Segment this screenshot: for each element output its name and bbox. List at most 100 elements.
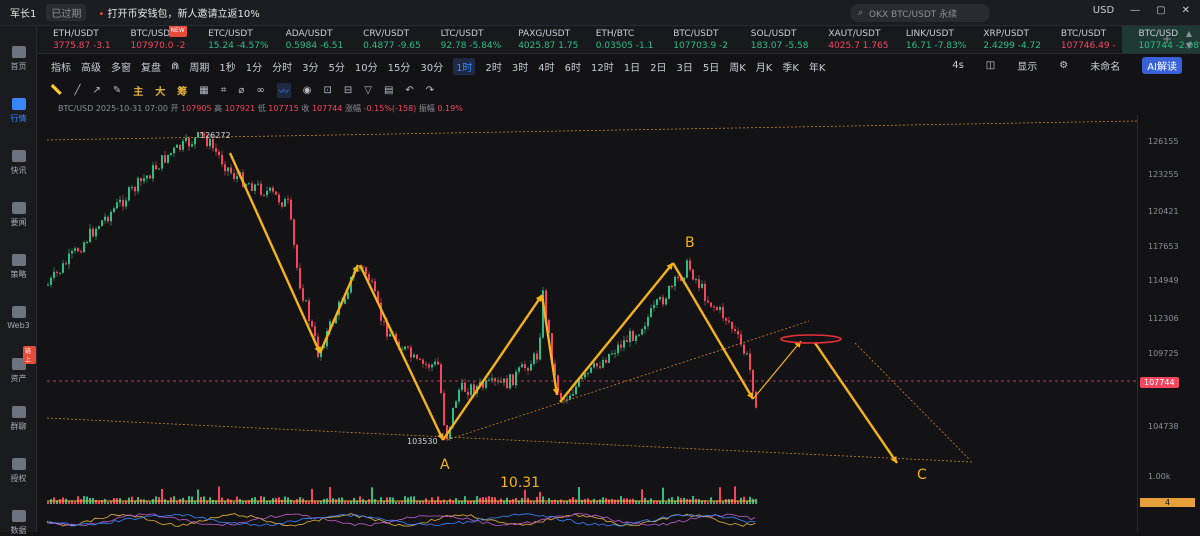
- ticker-item[interactable]: XRP/USDT 2.4299 -4.72: [967, 26, 1045, 53]
- candle-body: [119, 199, 121, 203]
- period-14[interactable]: 12时: [591, 59, 614, 74]
- sidebar-item-8[interactable]: 授权: [0, 458, 37, 484]
- period-1[interactable]: 1秒: [219, 59, 235, 74]
- brush-icon[interactable]: ✎: [113, 85, 121, 96]
- period-7[interactable]: 15分: [388, 59, 411, 74]
- chart-style-icon[interactable]: ⋒: [171, 61, 179, 72]
- undo-icon[interactable]: ↶: [405, 85, 413, 96]
- ticker-scroll-icon[interactable]: ▲ ▼: [1186, 28, 1192, 52]
- ticker-item[interactable]: ETH/USDT 3775.87 -3.1: [37, 26, 115, 53]
- ticker-item[interactable]: PAXG/USDT 4025.87 1.75: [502, 26, 580, 53]
- period-10[interactable]: 2时: [485, 59, 501, 74]
- sidebar-item-7[interactable]: 群聊: [0, 406, 37, 432]
- arrow-tool-icon[interactable]: ↗: [92, 85, 100, 96]
- period-15[interactable]: 1日: [624, 59, 640, 74]
- toolbar-right-1[interactable]: 显示: [1017, 58, 1037, 73]
- ticker-item[interactable]: LINK/USDT 16.71 -7.83%: [890, 26, 968, 53]
- candle-body: [602, 360, 604, 368]
- ticker-item[interactable]: BTC/USD 107970.0 -2 NEW: [115, 26, 193, 53]
- period-17[interactable]: 3日: [676, 59, 692, 74]
- sidebar-item-5[interactable]: Web3: [0, 306, 37, 330]
- wave-tool-icon[interactable]: 〰: [276, 82, 291, 98]
- sidebar-item-icon: [11, 406, 26, 418]
- line-tool-icon[interactable]: ╱: [74, 85, 80, 96]
- price-axis[interactable]: 107744 1.00k 4 126155 123255 120421 117653 1…: [1137, 115, 1200, 532]
- sidebar-item-9[interactable]: 数据: [0, 510, 37, 536]
- candle-body: [290, 199, 292, 220]
- period-11[interactable]: 3时: [512, 59, 528, 74]
- main-indicator-button[interactable]: 主: [133, 83, 143, 98]
- period-3[interactable]: 分时: [272, 59, 292, 74]
- period-20[interactable]: 月K: [756, 59, 773, 74]
- calendar-icon[interactable]: ▦: [199, 85, 208, 96]
- ticker-item[interactable]: LTC/USDT 92.78 -5.84%: [425, 26, 503, 53]
- period-19[interactable]: 周K: [729, 59, 746, 74]
- ticker-item[interactable]: ADA/USDT 0.5984 -6.51: [270, 26, 348, 53]
- window-controls: USD — ▢ ✕: [1093, 5, 1190, 16]
- ticker-item[interactable]: XAUT/USDT 4025.7 1.765: [812, 26, 890, 53]
- search-input[interactable]: ⌕ OKX BTC/USDT 永续: [850, 4, 990, 22]
- toolbar-item-1[interactable]: 高级: [81, 59, 101, 74]
- sidebar-item-4[interactable]: 策略: [0, 254, 37, 280]
- attachment-icon[interactable]: ⌀: [238, 85, 244, 96]
- ticker-item[interactable]: ETH/BTC 0.03505 -1.1: [580, 26, 658, 53]
- redo-icon[interactable]: ↷: [426, 85, 434, 96]
- camera-icon[interactable]: ◫: [986, 60, 995, 71]
- period-13[interactable]: 6时: [565, 59, 581, 74]
- ruler-icon[interactable]: 📏: [50, 85, 62, 96]
- sidebar-item-1[interactable]: 行情: [0, 98, 37, 124]
- toolbar-item-3[interactable]: 复盘: [141, 59, 161, 74]
- chips-button[interactable]: 筹: [177, 83, 187, 98]
- ticker-item[interactable]: BTC/USDT 107703.9 -2: [657, 26, 735, 53]
- period-0[interactable]: 周期: [189, 59, 209, 74]
- period-8[interactable]: 30分: [420, 59, 443, 74]
- toolbar-right-0[interactable]: 4s: [952, 60, 964, 71]
- grid-icon[interactable]: ▤: [384, 85, 393, 96]
- sidebar-item-0[interactable]: 首页: [0, 46, 37, 72]
- period-21[interactable]: 季K: [782, 59, 799, 74]
- candle-body: [521, 364, 523, 368]
- promo-banner[interactable]: • 打开币安钱包，新人邀请立返10%: [98, 5, 259, 20]
- filter-icon[interactable]: ▽: [364, 85, 372, 96]
- period-6[interactable]: 10分: [355, 59, 378, 74]
- toolbar-right-2[interactable]: 未命名: [1090, 58, 1120, 73]
- ai-interpret-button[interactable]: AI解读: [1142, 57, 1182, 74]
- large-order-button[interactable]: 大: [155, 83, 165, 98]
- toolbar-item-0[interactable]: 指标: [51, 59, 71, 74]
- add-ticker-icon[interactable]: +: [1162, 32, 1172, 46]
- ticker-item[interactable]: CRV/USDT 0.4877 -9.65: [347, 26, 425, 53]
- trash-icon[interactable]: ⊟: [344, 85, 352, 96]
- candlestick-chart[interactable]: 126272 103530 A B C 10.31: [37, 115, 1138, 532]
- sidebar-item-3[interactable]: 要闻: [0, 202, 37, 228]
- period-22[interactable]: 年K: [809, 59, 826, 74]
- lock-icon[interactable]: ⊡: [323, 85, 331, 96]
- ticker-item[interactable]: ETC/USDT 15.24 -4.57%: [192, 26, 270, 53]
- edit-icon[interactable]: ⚙: [1059, 60, 1068, 71]
- period-2[interactable]: 1分: [246, 59, 262, 74]
- crop-icon[interactable]: ⌗: [221, 85, 227, 96]
- candle-body: [530, 363, 532, 371]
- chart-canvas[interactable]: 126272 103530 A B C 10.31: [37, 115, 1138, 532]
- maximize-icon[interactable]: ▢: [1156, 5, 1165, 16]
- account-info[interactable]: 军长1 已过期: [10, 4, 87, 21]
- minimize-icon[interactable]: —: [1130, 5, 1140, 16]
- candle-body: [281, 202, 283, 207]
- ticker-item[interactable]: SOL/USDT 183.07 -5.58: [735, 26, 813, 53]
- open-value: 107905: [181, 104, 212, 113]
- ticker-item[interactable]: BTC/USDT 107746.49 -: [1045, 26, 1123, 53]
- period-9[interactable]: 1时: [453, 57, 476, 75]
- sidebar-item-2[interactable]: 快讯: [0, 150, 37, 176]
- period-4[interactable]: 3分: [302, 59, 318, 74]
- period-16[interactable]: 2日: [650, 59, 666, 74]
- currency-select[interactable]: USD: [1093, 5, 1114, 16]
- link-icon[interactable]: ∞: [256, 85, 264, 96]
- period-5[interactable]: 5分: [329, 59, 345, 74]
- eye-icon[interactable]: ◉: [303, 85, 312, 96]
- close-icon[interactable]: ✕: [1182, 5, 1190, 16]
- toolbar-item-2[interactable]: 多窗: [111, 59, 131, 74]
- volume-bar: [746, 501, 748, 504]
- sidebar-badge: 链上: [23, 346, 36, 364]
- period-12[interactable]: 4时: [538, 59, 554, 74]
- volume-bar: [395, 501, 397, 504]
- period-18[interactable]: 5日: [703, 59, 719, 74]
